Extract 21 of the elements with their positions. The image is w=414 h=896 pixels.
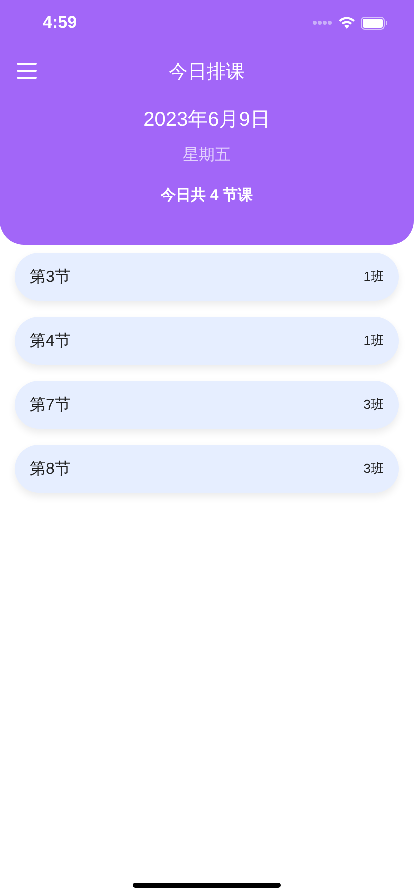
class-label: 3班 [364,460,384,478]
weekday-text: 星期五 [183,146,231,166]
lesson-card[interactable]: 第7节 3班 [15,381,399,429]
lesson-card[interactable]: 第3节 1班 [15,253,399,301]
period-label: 第7节 [30,396,71,416]
signal-icon [313,21,333,25]
status-time: 4:59 [43,13,78,33]
date-text: 2023年6月9日 [144,108,270,133]
class-label: 3班 [364,396,384,414]
period-label: 第4节 [30,332,71,352]
period-label: 第3节 [30,268,71,288]
lesson-card[interactable]: 第4节 1班 [15,317,399,365]
lesson-card[interactable]: 第8节 3班 [15,445,399,493]
lesson-count-text: 今日共 4 节课 [161,186,253,205]
class-label: 1班 [364,332,384,350]
period-label: 第8节 [30,460,71,480]
class-label: 1班 [364,268,384,286]
wifi-icon [339,17,355,29]
page-title: 今日排课 [169,61,245,85]
menu-button[interactable] [17,63,37,79]
battery-icon [361,16,388,30]
